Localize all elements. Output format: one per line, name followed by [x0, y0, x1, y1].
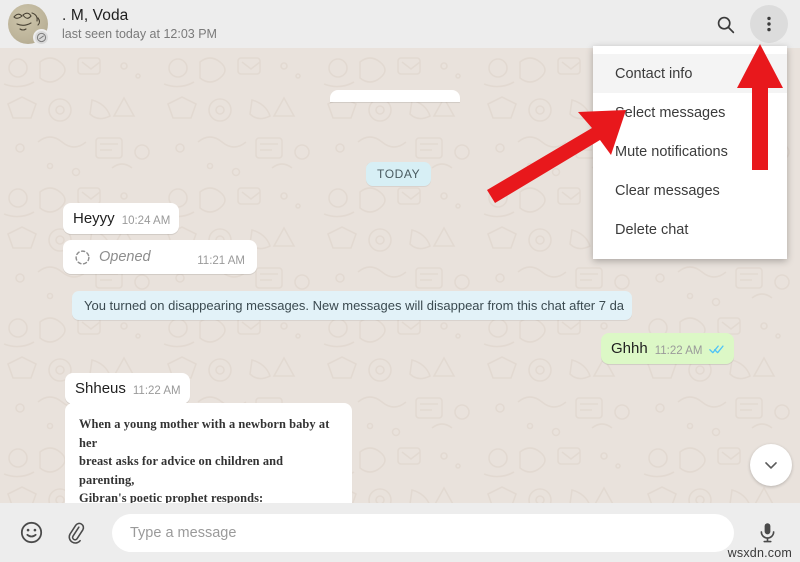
article-lead-line: Gibran's poetic prophet responds: — [79, 491, 264, 503]
message-row-shheus[interactable]: Shheus 11:22 AM — [65, 373, 190, 404]
menu-item-delete-chat[interactable]: Delete chat — [593, 210, 787, 249]
menu-item-clear-messages[interactable]: Clear messages — [593, 171, 787, 210]
article-lead-line: breast asks for advice on children and p… — [79, 454, 284, 487]
message-text: Opened — [99, 249, 151, 265]
message-text: Ghhh — [611, 340, 648, 357]
article-lead-line: When a young mother with a newborn baby … — [79, 417, 330, 450]
attach-button[interactable] — [56, 514, 94, 552]
overflow-menu-button[interactable] — [750, 5, 788, 43]
read-double-check-icon — [709, 345, 725, 354]
message-time: 11:22 AM — [132, 385, 181, 397]
message-input-placeholder: Type a message — [130, 524, 237, 541]
overflow-menu-icon — [767, 16, 771, 32]
status-ring-icon — [36, 32, 47, 43]
message-row-heyyy[interactable]: Heyyy 10:24 AM — [63, 203, 180, 234]
watermark: wsxdn.com — [727, 546, 792, 560]
view-once-opened-icon — [75, 249, 90, 265]
header-text-block[interactable]: . M, Voda last seen today at 12:03 PM — [62, 6, 706, 43]
whatsapp-chat-window: TODAY Heyyy 10:24 AM Opened 11:21 AM You… — [0, 0, 800, 562]
message-time: 11:22 AM — [654, 345, 703, 357]
chat-header: . M, Voda last seen today at 12:03 PM — [0, 0, 800, 48]
message-text: Shheus — [75, 380, 126, 397]
incoming-bubble[interactable]: Shheus 11:22 AM — [65, 373, 190, 404]
menu-item-mute-notifications[interactable]: Mute notifications — [593, 132, 787, 171]
overflow-dropdown-menu[interactable]: Contact info Select messages Mute notifi… — [593, 46, 787, 259]
article-lead-text: When a young mother with a newborn baby … — [79, 415, 338, 503]
avatar[interactable] — [8, 4, 50, 46]
emoji-smiley-icon — [20, 521, 42, 544]
header-actions — [706, 5, 788, 43]
message-row-ghhh[interactable]: Ghhh 11:22 AM — [601, 333, 735, 364]
page-title: . M, Voda — [62, 6, 129, 24]
message-text: Heyyy — [73, 210, 115, 227]
scroll-to-bottom-button[interactable] — [750, 444, 792, 486]
outgoing-bubble[interactable]: Ghhh 11:22 AM — [601, 333, 735, 364]
message-input[interactable]: Type a message — [112, 513, 734, 552]
menu-item-contact-info[interactable]: Contact info — [593, 54, 787, 93]
paperclip-icon — [68, 522, 84, 544]
message-composer: Type a message — [0, 503, 800, 562]
chevron-down-icon — [765, 462, 777, 469]
system-message-disappearing: You turned on disappearing messages. New… — [72, 291, 632, 320]
message-time: 11:21 AM — [197, 255, 245, 267]
message-time: 10:24 AM — [121, 215, 171, 227]
search-button[interactable] — [706, 5, 744, 43]
search-icon — [717, 16, 734, 33]
article-preview-card[interactable]: When a young mother with a newborn baby … — [65, 403, 352, 503]
emoji-button[interactable] — [12, 514, 50, 552]
incoming-bubble[interactable]: Heyyy 10:24 AM — [63, 203, 180, 234]
last-seen-status: last seen today at 12:03 PM — [62, 26, 217, 41]
day-divider-chip: TODAY — [366, 162, 432, 186]
menu-item-select-messages[interactable]: Select messages — [593, 93, 787, 132]
avatar-status-badge — [33, 29, 50, 46]
partial-message-bubble-top — [330, 90, 460, 102]
microphone-icon — [760, 523, 774, 543]
message-row-view-once-opened[interactable]: Opened 11:21 AM — [63, 240, 257, 274]
